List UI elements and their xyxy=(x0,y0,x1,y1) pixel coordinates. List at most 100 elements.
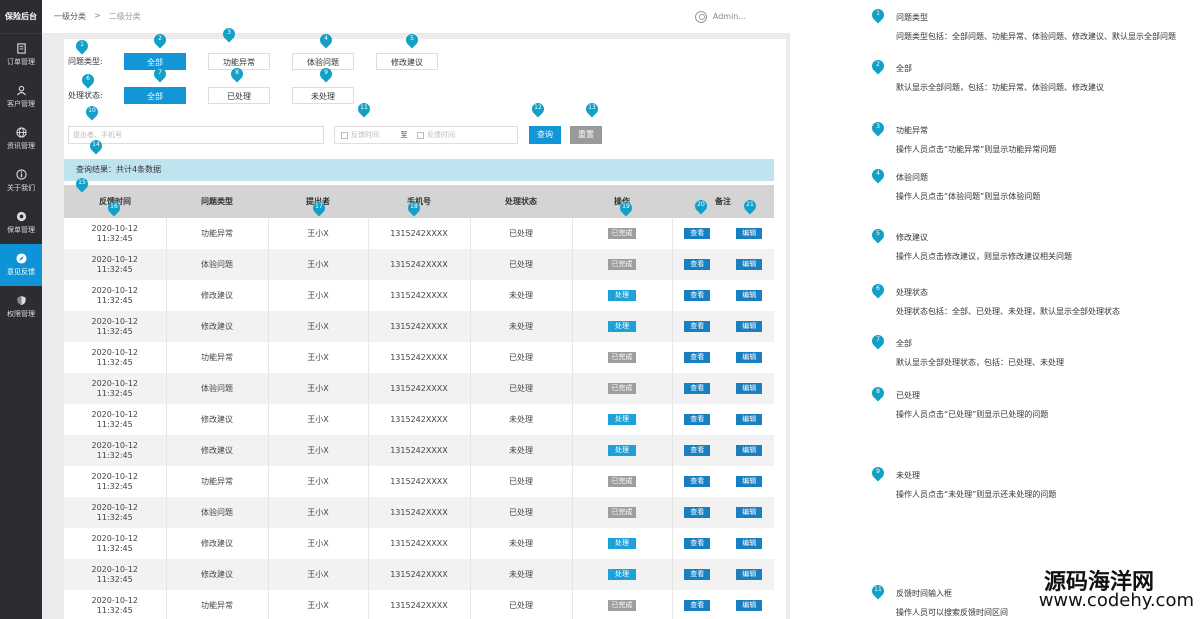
cell-action: 已完成 xyxy=(572,497,673,528)
note-title: 已处理 xyxy=(896,391,920,400)
action-button: 已完成 xyxy=(608,228,636,239)
edit-button[interactable]: 编辑 xyxy=(736,507,763,518)
header-status: 处理状态 xyxy=(470,185,572,218)
date-start-input[interactable]: 反馈时间 xyxy=(351,130,379,140)
cell-action: 已完成 xyxy=(572,590,673,619)
date-end-input[interactable]: 反馈时间 xyxy=(427,130,455,140)
edit-button[interactable]: 编辑 xyxy=(736,476,763,487)
edit-button[interactable]: 编辑 xyxy=(736,538,763,549)
status-filter-label: 处理状态: xyxy=(68,91,103,100)
marker-pin: 16 xyxy=(105,199,123,217)
status-unprocessed-button[interactable]: 未处理 xyxy=(292,87,354,104)
cell-feedback-time: 2020-10-12 11:32:45 xyxy=(64,280,167,311)
reset-button[interactable]: 重置 xyxy=(570,126,602,144)
action-button[interactable]: 处理 xyxy=(608,538,636,549)
view-button[interactable]: 查看 xyxy=(684,228,711,239)
cell-time: 11:32:45 xyxy=(96,388,133,398)
sidebar-item-6[interactable]: 权限管理 xyxy=(0,286,42,328)
view-button[interactable]: 查看 xyxy=(684,600,711,611)
sidebar-item-0[interactable]: 订单管理 xyxy=(0,34,42,76)
user-menu[interactable]: Admin... xyxy=(694,10,746,23)
view-button[interactable]: 查看 xyxy=(684,383,711,394)
cell-phone: 1315242XXXX xyxy=(368,528,471,559)
edit-button[interactable]: 编辑 xyxy=(736,569,763,580)
users-icon xyxy=(16,85,27,96)
marker-number: 18 xyxy=(410,203,418,210)
view-button[interactable]: 查看 xyxy=(684,507,711,518)
edit-button[interactable]: 编辑 xyxy=(736,321,763,332)
cell-phone: 1315242XXXX xyxy=(368,559,471,590)
sidebar-item-label: 保单管理 xyxy=(7,226,35,234)
edit-button[interactable]: 编辑 xyxy=(736,228,763,239)
note-marker: 5 xyxy=(869,226,887,244)
view-button[interactable]: 查看 xyxy=(684,290,711,301)
cell-remark: 查看 编辑 xyxy=(672,466,774,497)
note-number: 2 xyxy=(876,61,880,68)
marker-number: 21 xyxy=(746,201,754,208)
sidebar-item-label: 意见反馈 xyxy=(7,268,35,276)
action-button[interactable]: 处理 xyxy=(608,414,636,425)
view-button[interactable]: 查看 xyxy=(684,538,711,549)
note-description: 操作人员点击“功能异常”则显示功能异常问题 xyxy=(896,145,1057,154)
action-button[interactable]: 处理 xyxy=(608,569,636,580)
view-button[interactable]: 查看 xyxy=(684,445,711,456)
cell-action: 已完成 xyxy=(572,249,673,280)
cell-submitter: 王小X xyxy=(268,559,369,590)
type-suggestion-button[interactable]: 修改建议 xyxy=(376,53,438,70)
view-button[interactable]: 查看 xyxy=(684,476,711,487)
result-summary: 查询结果：共计4条数据 xyxy=(64,159,774,181)
edit-button[interactable]: 编辑 xyxy=(736,290,763,301)
marker-pin: 13 xyxy=(583,100,601,118)
cell-issue-type: 修改建议 xyxy=(166,280,269,311)
note-number: 9 xyxy=(876,468,880,475)
cell-date: 2020-10-12 xyxy=(91,378,139,388)
cell-time: 11:32:45 xyxy=(96,419,133,429)
view-button[interactable]: 查看 xyxy=(684,259,711,270)
cell-time: 11:32:45 xyxy=(96,233,133,243)
cell-action: 已完成 xyxy=(572,373,673,404)
action-button[interactable]: 处理 xyxy=(608,445,636,456)
action-button[interactable]: 处理 xyxy=(608,321,636,332)
cell-date: 2020-10-12 xyxy=(91,471,139,481)
edit-button[interactable]: 编辑 xyxy=(736,352,763,363)
cell-issue-type: 修改建议 xyxy=(166,435,269,466)
view-button[interactable]: 查看 xyxy=(684,321,711,332)
table-row: 2020-10-12 11:32:45 修改建议 王小X 1315242XXXX 未处理处… xyxy=(64,528,774,559)
cell-date: 2020-10-12 xyxy=(91,223,139,233)
search-input[interactable]: 提出者、手机号 xyxy=(68,126,324,144)
edit-button[interactable]: 编辑 xyxy=(736,414,763,425)
query-button[interactable]: 查询 xyxy=(529,126,561,144)
sidebar-item-4[interactable]: 保单管理 xyxy=(0,202,42,244)
sidebar-item-5[interactable]: 意见反馈 xyxy=(0,244,42,286)
edit-button[interactable]: 编辑 xyxy=(736,383,763,394)
edit-button[interactable]: 编辑 xyxy=(736,445,763,456)
status-processed-button[interactable]: 已处理 xyxy=(208,87,270,104)
cell-issue-type: 体验问题 xyxy=(166,497,269,528)
breadcrumb-level1[interactable]: 一级分类 xyxy=(54,11,86,22)
action-button[interactable]: 处理 xyxy=(608,290,636,301)
note-description: 操作人员点击“体验问题”则显示体验问题 xyxy=(896,192,1041,201)
date-range-input[interactable]: 反馈时间 至 反馈时间 xyxy=(334,126,518,144)
table-row: 2020-10-12 11:32:45 体验问题 王小X 1315242XXXX 已处理已… xyxy=(64,249,774,280)
table-row: 2020-10-12 11:32:45 修改建议 王小X 1315242XXXX 未处理处… xyxy=(64,404,774,435)
marker-number: 7 xyxy=(158,69,162,76)
sidebar-item-1[interactable]: 客户管理 xyxy=(0,76,42,118)
marker-number: 5 xyxy=(410,35,414,42)
cell-issue-type: 修改建议 xyxy=(166,311,269,342)
edit-button[interactable]: 编辑 xyxy=(736,600,763,611)
note-marker: 7 xyxy=(869,332,887,350)
status-all-button[interactable]: 全部 xyxy=(124,87,186,104)
cell-feedback-time: 2020-10-12 11:32:45 xyxy=(64,590,167,619)
view-button[interactable]: 查看 xyxy=(684,414,711,425)
sidebar-item-2[interactable]: 资讯管理 xyxy=(0,118,42,160)
view-button[interactable]: 查看 xyxy=(684,569,711,580)
cell-date: 2020-10-12 xyxy=(91,254,139,264)
cell-submitter: 王小X xyxy=(268,249,369,280)
view-button[interactable]: 查看 xyxy=(684,352,711,363)
cell-submitter: 王小X xyxy=(268,404,369,435)
marker-number: 15 xyxy=(78,179,86,186)
edit-button[interactable]: 编辑 xyxy=(736,259,763,270)
marker-number: 16 xyxy=(110,203,118,210)
cell-feedback-time: 2020-10-12 11:32:45 xyxy=(64,311,167,342)
sidebar-item-3[interactable]: 关于我们 xyxy=(0,160,42,202)
